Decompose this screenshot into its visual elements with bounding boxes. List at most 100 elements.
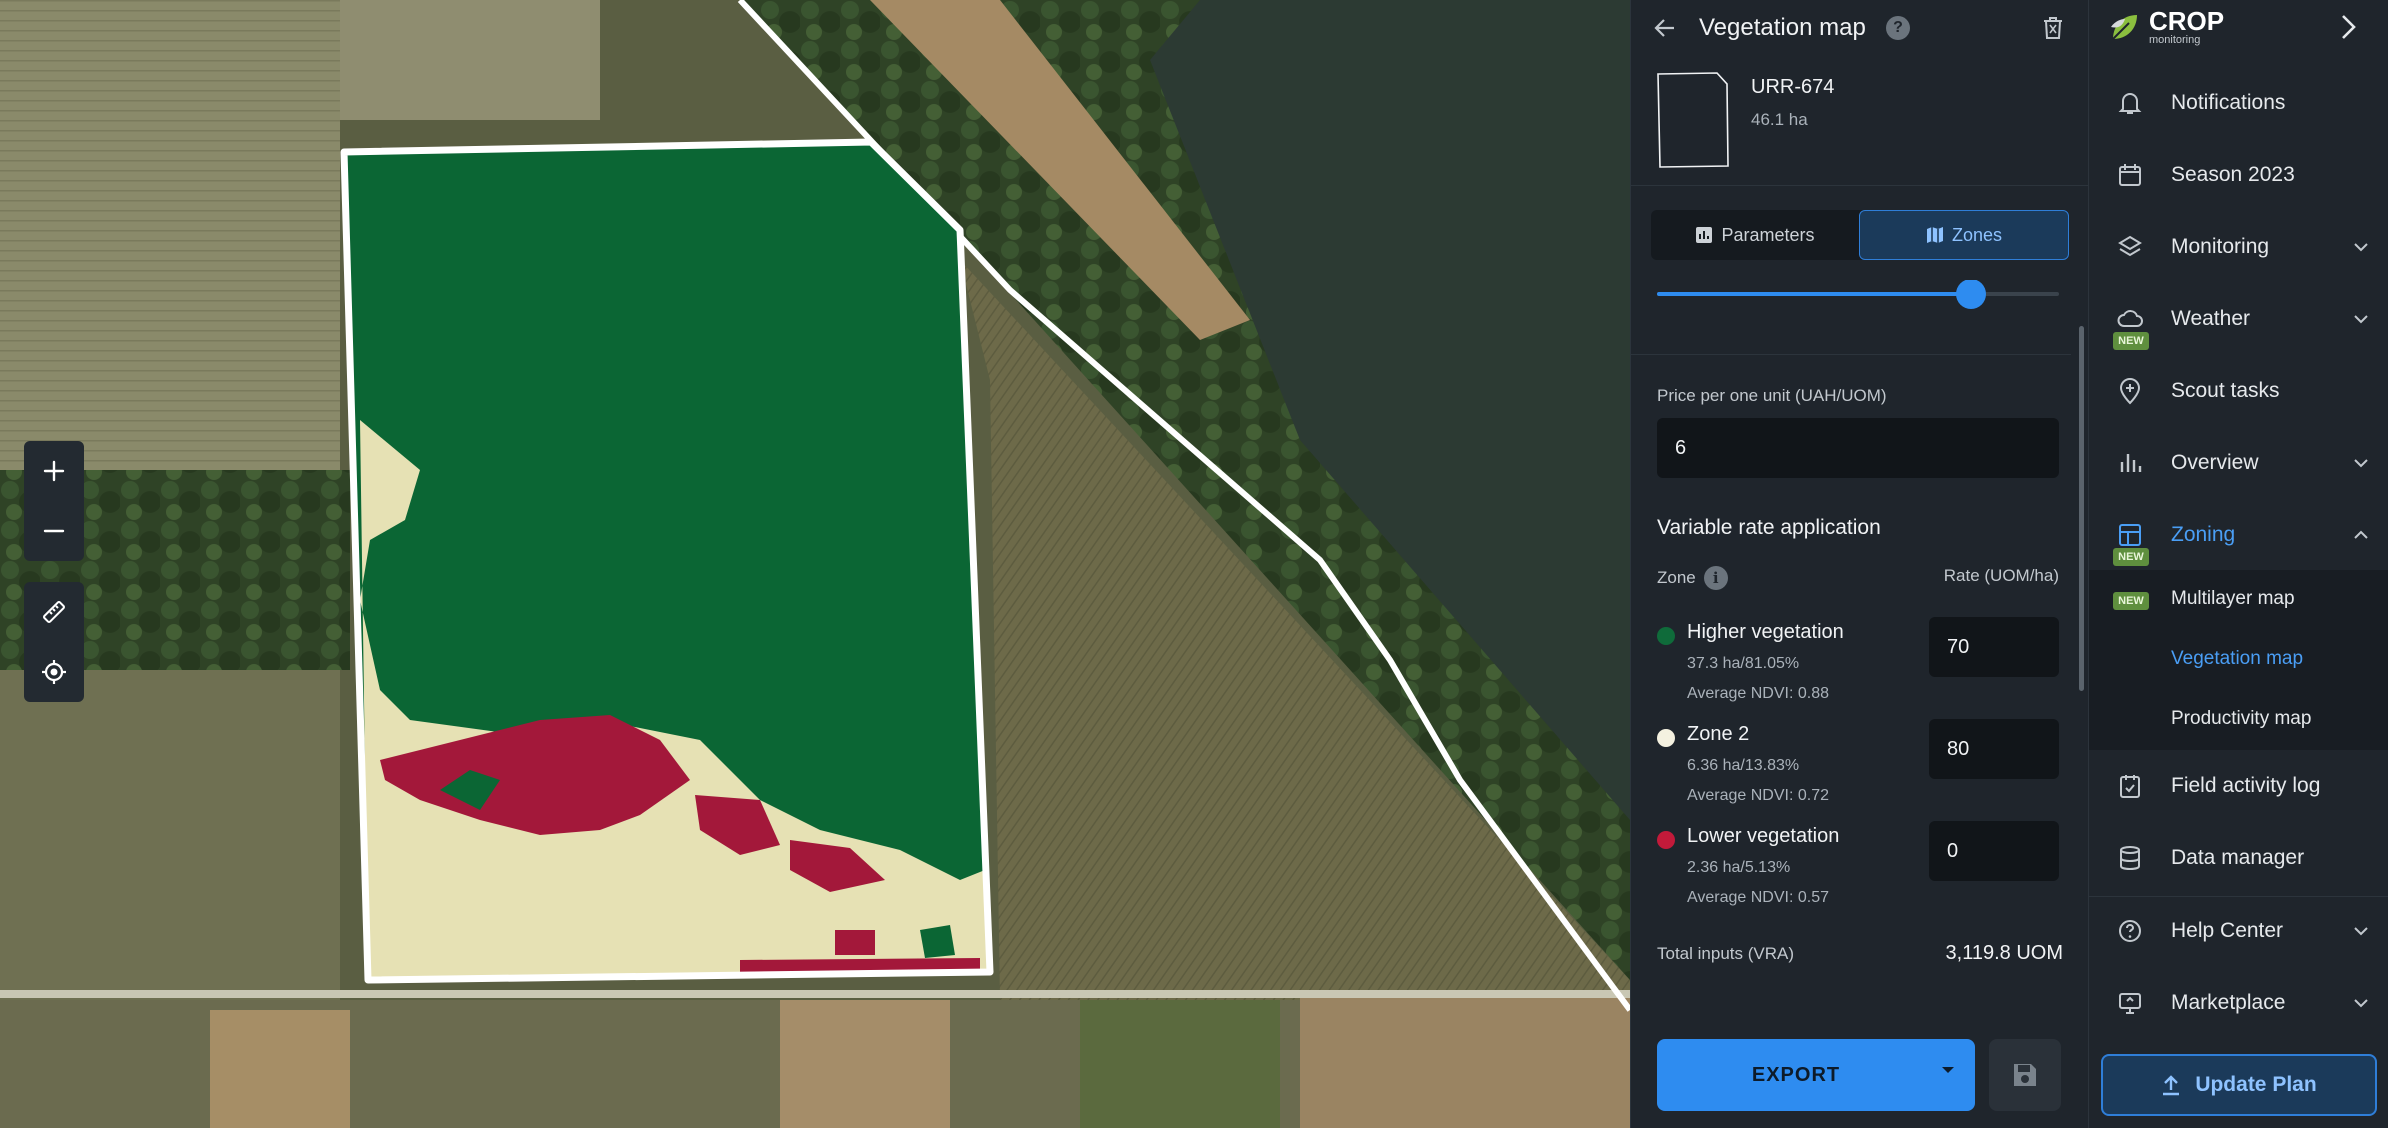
help-icon bbox=[2115, 916, 2145, 946]
tab-zones[interactable]: Zones bbox=[1859, 210, 2069, 260]
layout-icon bbox=[2115, 520, 2145, 550]
logo-title: CROP bbox=[2149, 6, 2225, 36]
sidebar-item-label: Scout tasks bbox=[2171, 379, 2280, 402]
zone-ndvi: Average NDVI: 0.88 bbox=[1687, 685, 1830, 702]
zone-stats: 6.36 ha/13.83% bbox=[1687, 757, 1800, 774]
upload-icon bbox=[2163, 1075, 2180, 1096]
sidebar-item-weather[interactable]: NEW Weather bbox=[2089, 286, 2388, 352]
total-inputs-value: 3,119.8 UOM bbox=[1945, 942, 2063, 964]
sidebar-subitem-multilayer-map[interactable]: Multilayer map bbox=[2171, 588, 2295, 610]
sidebar-item-marketplace[interactable]: Marketplace bbox=[2089, 970, 2388, 1036]
sidebar-item-help-center[interactable]: Help Center bbox=[2089, 898, 2388, 964]
panel-scrollbar[interactable] bbox=[2079, 326, 2084, 691]
delete-button[interactable] bbox=[2039, 14, 2067, 42]
tab-parameters[interactable]: Parameters bbox=[1651, 210, 1859, 260]
sidebar-item-label: Season 2023 bbox=[2171, 163, 2295, 186]
field-name: URR-674 bbox=[1751, 76, 1835, 98]
new-badge: NEW bbox=[2113, 332, 2149, 350]
chevron-up-icon bbox=[2354, 530, 2368, 539]
field-area: 46.1 ha bbox=[1751, 110, 1808, 129]
monitor-icon bbox=[2115, 988, 2145, 1018]
caret-down-icon[interactable] bbox=[1941, 1065, 1955, 1075]
update-plan-label: Update Plan bbox=[2195, 1073, 2317, 1096]
export-label: EXPORT bbox=[1751, 1063, 1841, 1086]
field-card[interactable]: URR-674 46.1 ha bbox=[1631, 56, 2088, 186]
zone-ndvi: Average NDVI: 0.57 bbox=[1687, 889, 1830, 906]
sidebar-item-label: Notifications bbox=[2171, 91, 2286, 114]
zone-stats: 37.3 ha/81.05% bbox=[1687, 655, 1800, 672]
slider-thumb[interactable] bbox=[1955, 280, 1986, 309]
price-input[interactable]: 6 bbox=[1657, 418, 2059, 478]
sidebar-item-label: Weather bbox=[2171, 307, 2250, 330]
new-badge: NEW bbox=[2113, 592, 2149, 610]
chevron-down-icon bbox=[2354, 315, 2368, 324]
tab-parameters-label: Parameters bbox=[1721, 224, 1815, 245]
sidebar-item-data-manager[interactable]: Data manager bbox=[2089, 825, 2388, 891]
sidebar-item-monitoring[interactable]: Monitoring bbox=[2089, 214, 2388, 280]
zoning-submenu: NEW Multilayer map Vegetation map Produc… bbox=[2089, 570, 2388, 750]
panel-tabs: Parameters Zones bbox=[1651, 210, 2069, 260]
export-button[interactable]: EXPORT bbox=[1657, 1039, 1975, 1111]
help-icon[interactable]: ? bbox=[1886, 16, 1910, 40]
sidebar-subitem-productivity-map[interactable]: Productivity map bbox=[2171, 708, 2311, 730]
sidebar-item-label: Field activity log bbox=[2171, 774, 2321, 797]
vegetation-zones-overlay bbox=[344, 142, 990, 980]
sidebar-item-label: Overview bbox=[2171, 451, 2259, 474]
panel-header: Vegetation map ? bbox=[1631, 0, 2088, 56]
sidebar-item-field-activity-log[interactable]: Field activity log bbox=[2089, 753, 2388, 819]
zoom-out-button[interactable] bbox=[24, 501, 84, 561]
trash-icon bbox=[2044, 17, 2062, 39]
zone-rate-input[interactable]: 70 bbox=[1929, 617, 2059, 677]
logo[interactable]: CROP monitoring bbox=[2107, 8, 2224, 46]
chevron-down-icon bbox=[2354, 459, 2368, 468]
layers-icon bbox=[2115, 232, 2145, 262]
clipboard-icon bbox=[2115, 771, 2145, 801]
zone-row: Lower vegetation 2.36 ha/5.13% Average N… bbox=[1657, 821, 2059, 921]
sidebar-item-label: Marketplace bbox=[2171, 991, 2286, 1014]
vegetation-map-panel: Vegetation map ? URR-674 46.1 ha Paramet… bbox=[1630, 0, 2088, 1128]
zone-name: Higher vegetation bbox=[1687, 621, 1844, 643]
chevron-down-icon bbox=[2354, 999, 2368, 1008]
zone-rate-input[interactable]: 80 bbox=[1929, 719, 2059, 779]
divider bbox=[1631, 354, 2071, 355]
save-button[interactable] bbox=[1989, 1039, 2061, 1111]
zone-header: Zone i bbox=[1657, 566, 1728, 590]
price-label: Price per one unit (UAH/UOM) bbox=[1657, 386, 1887, 405]
map-view[interactable] bbox=[0, 0, 1630, 1128]
calendar-icon bbox=[2115, 160, 2145, 190]
cloud-icon bbox=[2115, 304, 2145, 334]
measure-button[interactable] bbox=[24, 582, 84, 642]
vra-title: Variable rate application bbox=[1657, 516, 1881, 539]
locate-button[interactable] bbox=[24, 642, 84, 702]
chevron-right-icon bbox=[2342, 15, 2356, 39]
sidebar-item-season[interactable]: Season 2023 bbox=[2089, 142, 2388, 208]
map-icon bbox=[1926, 227, 1943, 243]
chevron-down-icon bbox=[2354, 927, 2368, 936]
bell-icon bbox=[2115, 88, 2145, 118]
map-tools bbox=[24, 582, 84, 702]
sidebar-subitem-vegetation-map[interactable]: Vegetation map bbox=[2171, 648, 2303, 670]
zone-color-dot bbox=[1657, 831, 1675, 849]
zone-stats: 2.36 ha/5.13% bbox=[1687, 859, 1791, 876]
sidebar-item-zoning[interactable]: NEW Zoning bbox=[2089, 502, 2388, 568]
sidebar-item-notifications[interactable]: Notifications bbox=[2089, 70, 2388, 136]
back-button[interactable] bbox=[1651, 14, 1679, 42]
app: Vegetation map ? URR-674 46.1 ha Paramet… bbox=[0, 0, 2388, 1128]
info-icon[interactable]: i bbox=[1703, 566, 1728, 590]
zone-row: Higher vegetation 37.3 ha/81.05% Average… bbox=[1657, 617, 2059, 717]
main-sidebar: CROP monitoring Notifications Season 202… bbox=[2088, 0, 2388, 1128]
zone-slider[interactable] bbox=[1657, 280, 2059, 309]
crosshair-icon bbox=[42, 660, 66, 684]
floppy-disk-icon bbox=[2014, 1064, 2036, 1086]
zones-scroll-area[interactable]: Price per one unit (UAH/UOM) 6 Variable … bbox=[1631, 280, 2088, 1000]
tab-zones-label: Zones bbox=[1951, 224, 2003, 245]
sidebar-item-scout-tasks[interactable]: Scout tasks bbox=[2089, 358, 2388, 424]
collapse-sidebar-button[interactable] bbox=[2337, 12, 2361, 47]
update-plan-button[interactable]: Update Plan bbox=[2101, 1054, 2377, 1116]
zoom-in-button[interactable] bbox=[24, 441, 84, 501]
sidebar-divider bbox=[2089, 896, 2388, 897]
sidebar-item-overview[interactable]: Overview bbox=[2089, 430, 2388, 496]
zone-header-label: Zone bbox=[1657, 568, 1696, 587]
chevron-down-icon bbox=[2354, 243, 2368, 252]
zone-rate-input[interactable]: 0 bbox=[1929, 821, 2059, 881]
